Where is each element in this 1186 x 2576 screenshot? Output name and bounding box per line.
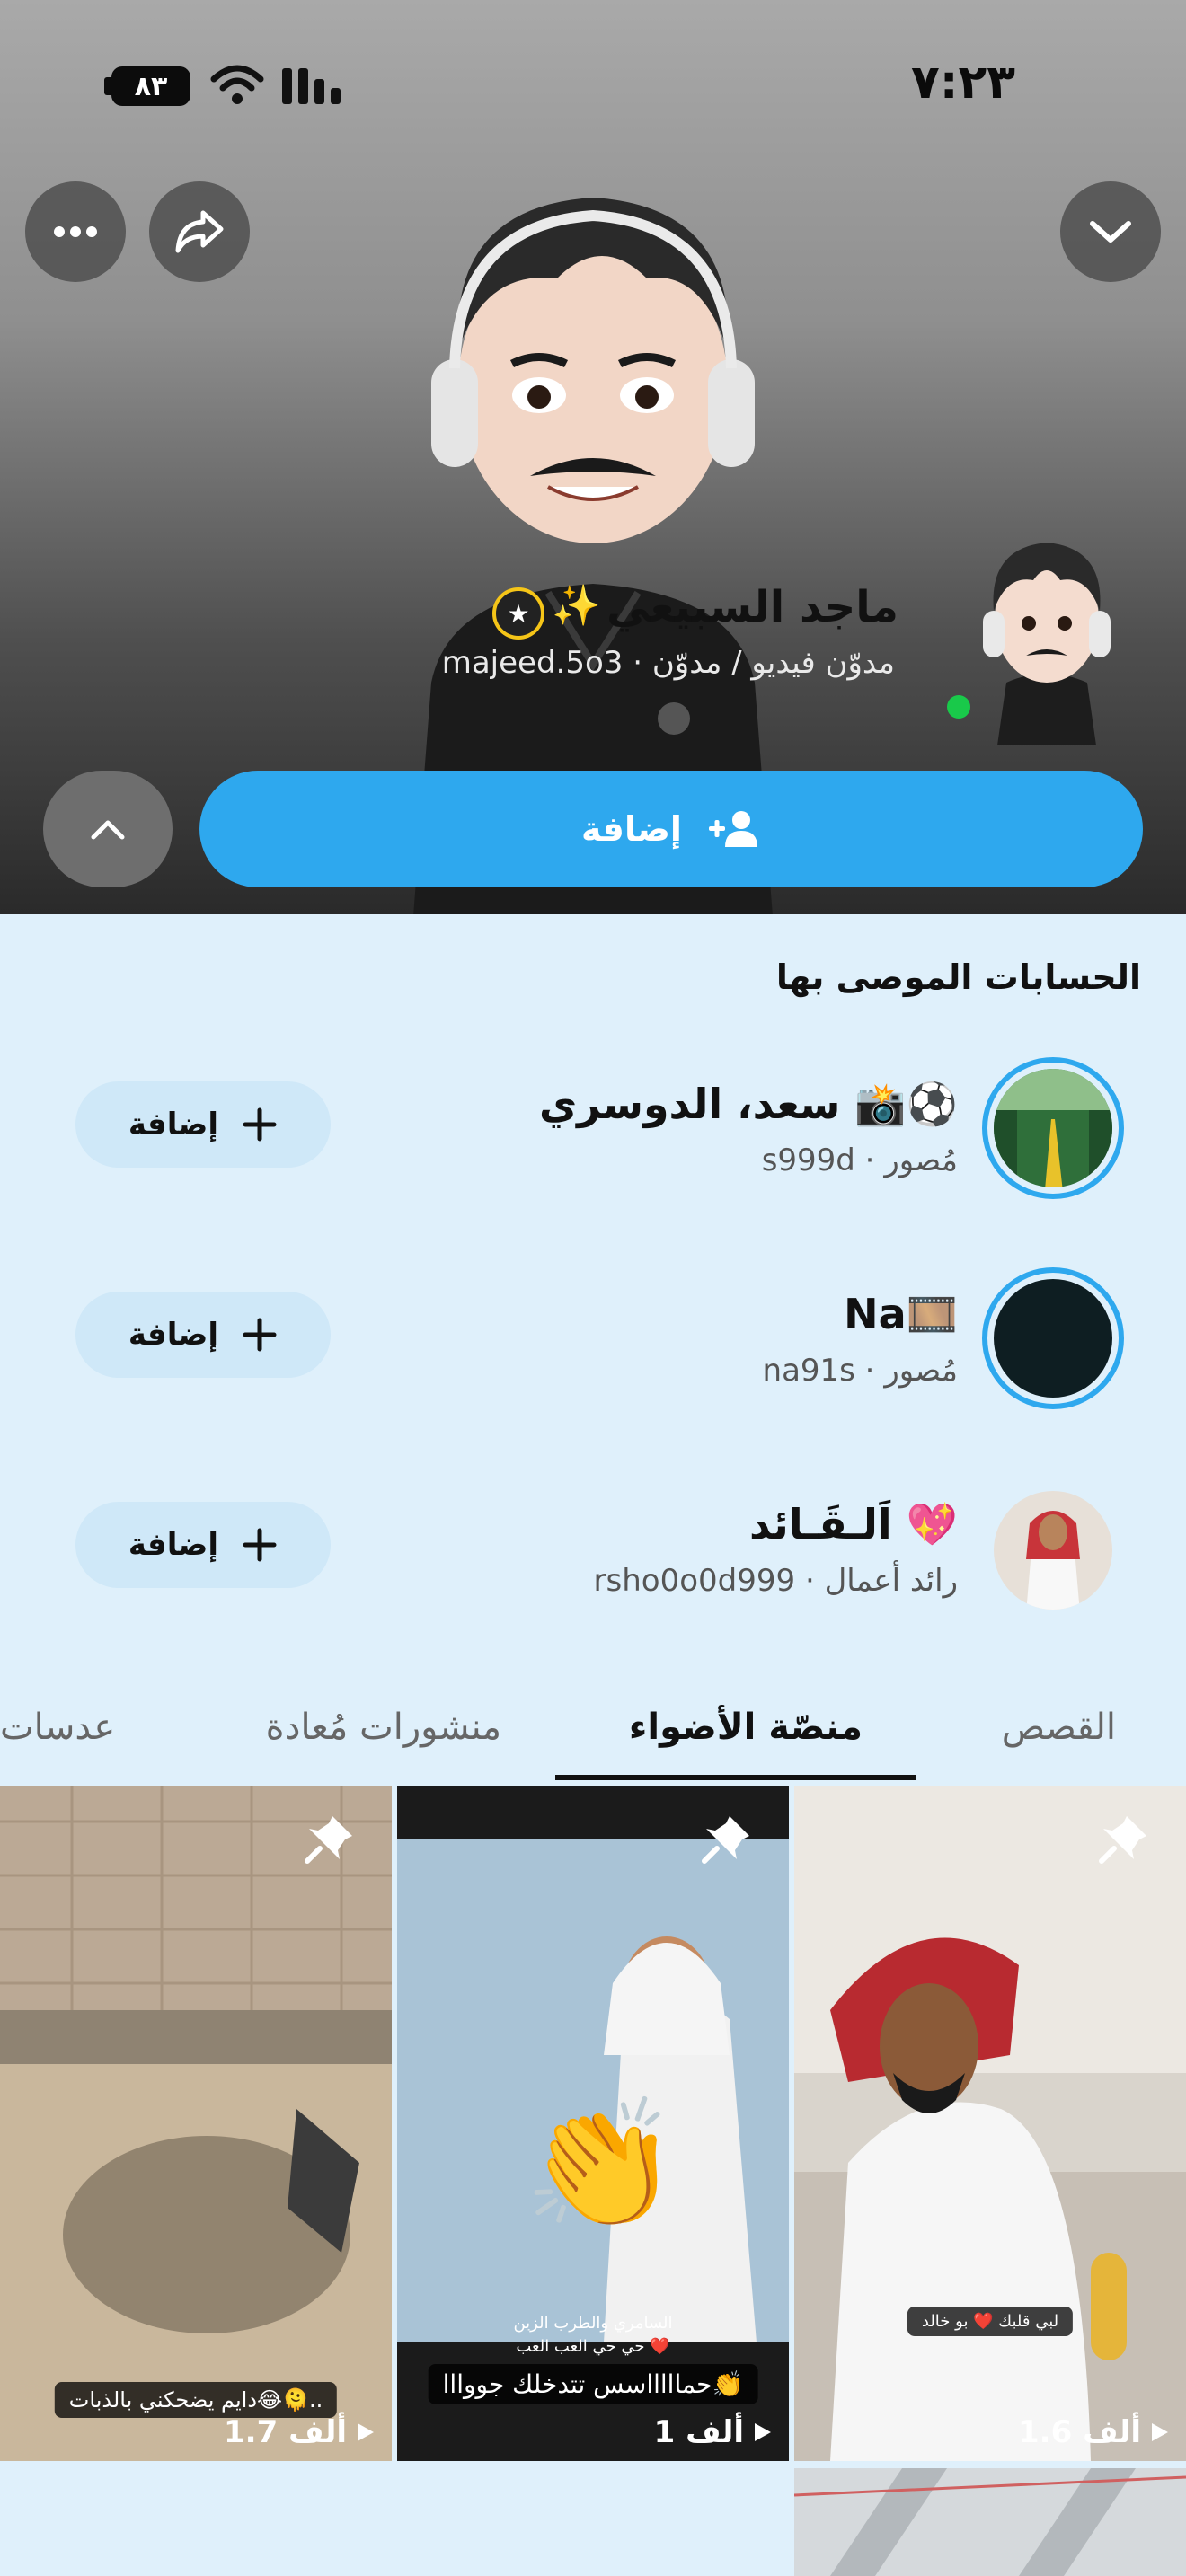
spotlight-tile[interactable]: لبي قلبك ❤️ بو خالد 1.6 ألف bbox=[794, 1786, 1186, 2461]
add-label: إضافة bbox=[128, 1317, 219, 1353]
recommended-add-button[interactable]: إضافة bbox=[75, 1502, 331, 1588]
battery-cap bbox=[104, 77, 111, 95]
recommended-item[interactable]: Na🎞️ na91s · مُصور إضافة bbox=[0, 1266, 1186, 1439]
recommended-subtitle: na91s · مُصور bbox=[762, 1353, 958, 1389]
profile-name: ماجد السبيعي bbox=[606, 582, 898, 632]
recommended-avatar[interactable] bbox=[981, 1266, 1125, 1410]
tile-caption: حماااااسس تتدخلك جووااا👏 bbox=[428, 2364, 758, 2404]
collapse-button[interactable] bbox=[43, 771, 173, 887]
close-profile-button[interactable] bbox=[1060, 181, 1161, 282]
add-label: إضافة bbox=[128, 1527, 219, 1563]
recommended-name: سعد، الدوسري 📸⚽ bbox=[538, 1080, 958, 1128]
svg-text:👏: 👏 bbox=[523, 2092, 679, 2238]
recommended-avatar[interactable] bbox=[981, 1056, 1125, 1200]
tile-caption-middle: حي حي العب العب ❤️ bbox=[516, 2337, 670, 2356]
recommended-name: اَلـقَـائد 💖 bbox=[748, 1500, 958, 1548]
plus-icon bbox=[243, 1528, 277, 1562]
play-icon bbox=[755, 2423, 771, 2441]
online-status-dot bbox=[947, 695, 970, 719]
spotlight-tile[interactable]: 👏 السامري والطرب الزين حي حي العب العب ❤… bbox=[397, 1786, 789, 2461]
wifi-icon bbox=[210, 65, 264, 104]
plus-icon bbox=[243, 1107, 277, 1142]
play-icon bbox=[358, 2423, 374, 2441]
tab-spotlight[interactable]: منصّة الأضواء bbox=[629, 1707, 863, 1748]
recommended-avatar[interactable] bbox=[990, 1487, 1116, 1613]
profile-tabs: القصص منصّة الأضواء منشورات مُعادة عدسات bbox=[0, 1689, 1186, 1787]
pin-icon bbox=[1099, 1816, 1146, 1864]
recommended-item[interactable]: سعد، الدوسري 📸⚽ s999d · مُصور إضافة bbox=[0, 1056, 1186, 1229]
cellular-signal-icon bbox=[282, 68, 341, 104]
tile-thumbnail bbox=[794, 2468, 1186, 2576]
add-friend-icon bbox=[708, 811, 757, 847]
spotlight-tile[interactable] bbox=[794, 2468, 1186, 2576]
tile-views: 1 ألف bbox=[654, 2414, 773, 2450]
views-count: 1.7 ألف bbox=[224, 2414, 347, 2450]
recommended-subtitle: s999d · مُصور bbox=[761, 1142, 958, 1178]
tab-lenses[interactable]: عدسات bbox=[0, 1707, 115, 1748]
more-icon bbox=[54, 226, 97, 237]
profile-header: ٧:٢٣ ٨٣ ماجد السبيعي ✨ ★ majeed.5o3 · مد… bbox=[0, 0, 1186, 914]
add-friend-label: إضافة bbox=[581, 809, 682, 849]
profile-subtitle: majeed.5o3 · مدوّن فيديو / مدوّن bbox=[441, 645, 895, 681]
views-count: 1 ألف bbox=[653, 2414, 744, 2450]
more-options-button[interactable] bbox=[25, 181, 126, 282]
tile-thumbnail bbox=[0, 1786, 392, 2461]
battery-indicator: ٨٣ bbox=[111, 66, 190, 106]
bitmoji-avatar bbox=[431, 198, 755, 543]
add-friend-button[interactable]: إضافة bbox=[199, 771, 1143, 887]
tile-caption: لبي قلبك ❤️ بو خالد bbox=[907, 2307, 1074, 2336]
pin-icon bbox=[305, 1816, 352, 1864]
share-icon bbox=[175, 210, 224, 253]
sparkle-emoji: ✨ bbox=[552, 583, 601, 629]
recommended-name: Na🎞️ bbox=[844, 1290, 958, 1338]
share-button[interactable] bbox=[149, 181, 250, 282]
tile-thumbnail bbox=[794, 1786, 1186, 2461]
star-badge-icon: ★ bbox=[492, 587, 544, 640]
tab-reposts[interactable]: منشورات مُعادة bbox=[266, 1707, 501, 1748]
recommended-title: الحسابات الموصى بها bbox=[775, 957, 1141, 997]
recommended-item[interactable]: اَلـقَـائد 💖 rsho0o0d999 · رائد أعمال إض… bbox=[0, 1478, 1186, 1649]
chevron-up-icon bbox=[91, 820, 125, 840]
recommended-subtitle: rsho0o0d999 · رائد أعمال bbox=[593, 1563, 958, 1599]
tile-views: 1.6 ألف bbox=[1018, 2414, 1170, 2450]
active-tab-indicator bbox=[555, 1775, 916, 1780]
profile-avatar[interactable] bbox=[970, 530, 1123, 745]
views-count: 1.6 ألف bbox=[1018, 2414, 1141, 2450]
pin-icon bbox=[702, 1816, 749, 1864]
plus-icon bbox=[243, 1318, 277, 1352]
chevron-down-icon bbox=[1090, 221, 1131, 243]
add-label: إضافة bbox=[128, 1107, 219, 1142]
play-icon bbox=[1152, 2423, 1168, 2441]
tab-stories[interactable]: القصص bbox=[1002, 1707, 1116, 1748]
recommended-add-button[interactable]: إضافة bbox=[75, 1081, 331, 1168]
recommended-add-button[interactable]: إضافة bbox=[75, 1292, 331, 1378]
tile-caption: دايم يضحكني بالذبات😂🫠.. bbox=[54, 2382, 338, 2418]
tile-views: 1.7 ألف bbox=[224, 2414, 376, 2450]
status-time: ٧:٢٣ bbox=[910, 56, 1015, 110]
spotlight-tile[interactable]: دايم يضحكني بالذبات😂🫠.. 1.7 ألف bbox=[0, 1786, 392, 2461]
